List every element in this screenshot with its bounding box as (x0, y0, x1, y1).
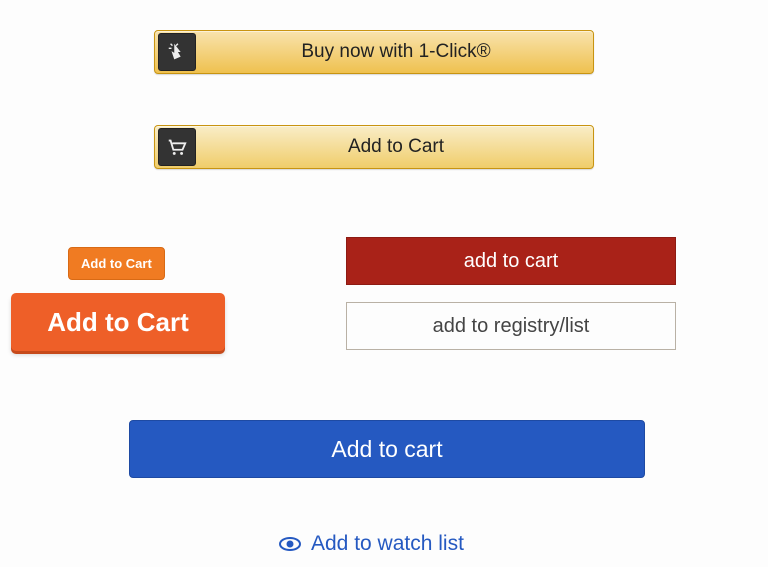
click-icon (158, 33, 196, 71)
blue-add-to-cart-label: Add to cart (331, 436, 442, 462)
eye-icon (279, 537, 301, 551)
amazon-add-to-cart-label: Add to Cart (199, 136, 593, 158)
buy-now-label: Buy now with 1-Click® (199, 41, 593, 63)
cart-icon (158, 128, 196, 166)
red-add-to-cart-button[interactable]: add to cart (346, 237, 676, 285)
large-add-to-cart-button[interactable]: Add to Cart (11, 293, 225, 351)
small-add-to-cart-button[interactable]: Add to Cart (68, 247, 165, 280)
add-to-watch-list-link[interactable]: Add to watch list (279, 532, 464, 556)
blue-add-to-cart-button[interactable]: Add to cart (129, 420, 645, 478)
amazon-add-to-cart-button[interactable]: Add to Cart (154, 125, 594, 169)
small-add-to-cart-label: Add to Cart (81, 256, 152, 271)
red-add-to-cart-label: add to cart (464, 250, 559, 272)
watch-list-label: Add to watch list (311, 532, 464, 556)
add-to-registry-label: add to registry/list (433, 315, 590, 337)
buy-now-1-click-button[interactable]: Buy now with 1-Click® (154, 30, 594, 74)
large-add-to-cart-label: Add to Cart (47, 307, 189, 337)
add-to-registry-button[interactable]: add to registry/list (346, 302, 676, 350)
